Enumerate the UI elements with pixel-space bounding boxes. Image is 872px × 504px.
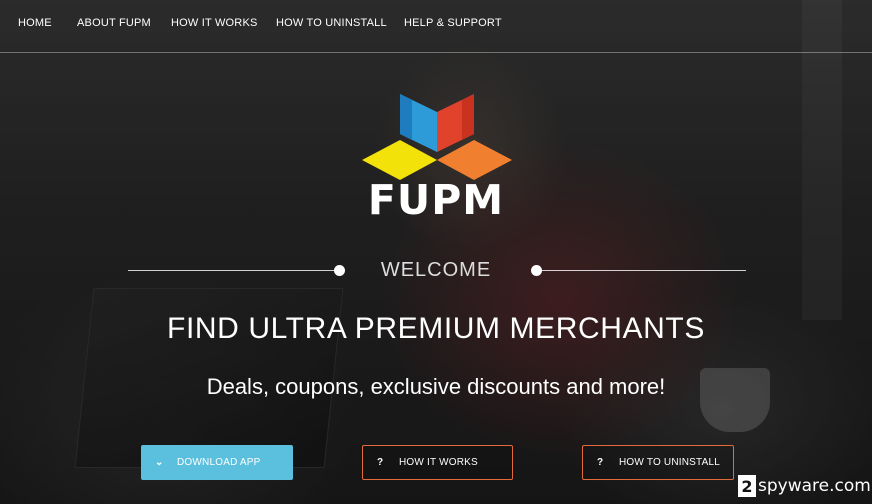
welcome-divider-right [536,270,746,271]
download-app-label: DOWNLOAD APP [177,457,261,468]
chevron-down-icon: ⌄ [155,457,164,468]
question-icon: ? [597,457,604,468]
nav-item-how-to-uninstall[interactable]: HOW TO UNINSTALL [276,17,387,29]
download-app-button[interactable]: ⌄ DOWNLOAD APP [141,445,293,480]
nav-item-how-it-works[interactable]: HOW IT WORKS [171,17,258,29]
welcome-divider-dot-left [334,265,345,276]
top-navigation: HOME ABOUT FUPM HOW IT WORKS HOW TO UNIN… [0,0,872,53]
how-to-uninstall-label: HOW TO UNINSTALL [619,457,720,468]
how-to-uninstall-button[interactable]: ? HOW TO UNINSTALL [582,445,734,480]
logo-wordmark: FUPM [367,176,505,224]
how-it-works-button[interactable]: ? HOW IT WORKS [362,445,513,480]
nav-item-home[interactable]: HOME [18,17,52,29]
hero-subheadline: Deals, coupons, exclusive discounts and … [206,374,666,399]
nav-item-about-fupm[interactable]: ABOUT FUPM [77,17,151,29]
welcome-divider-left [128,270,338,271]
fupm-logo-icon [362,94,512,180]
question-icon: ? [377,457,384,468]
how-it-works-label: HOW IT WORKS [399,457,478,468]
nav-item-help-support[interactable]: HELP & SUPPORT [404,17,502,29]
hero-headline: FIND ULTRA PREMIUM MERCHANTS [167,312,705,345]
background-shade [0,0,872,504]
hero-background [0,0,872,504]
spyware-watermark: 2 spyware.com [738,474,871,498]
watermark-badge: 2 [738,475,756,497]
watermark-text: spyware.com [758,476,871,496]
welcome-label: WELCOME [380,259,492,281]
